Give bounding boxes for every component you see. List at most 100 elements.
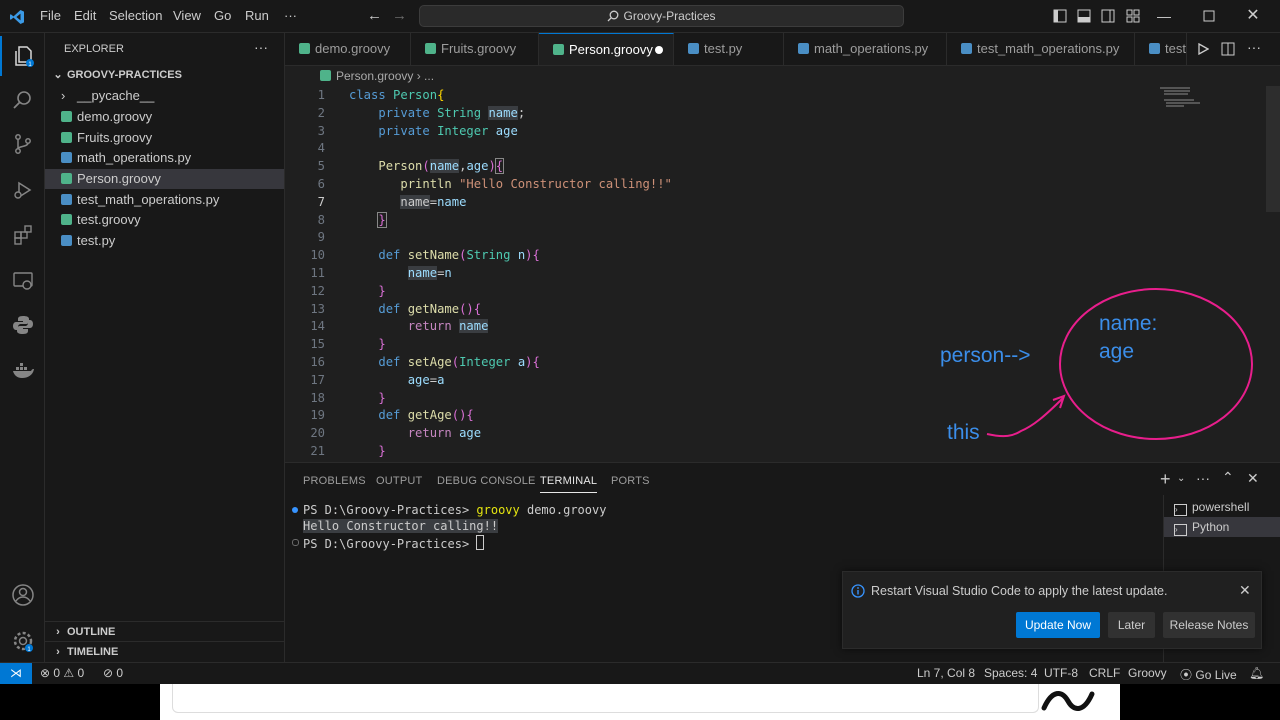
python-file-icon: [61, 194, 72, 205]
run-debug-activity[interactable]: [0, 170, 45, 210]
docker-activity[interactable]: [0, 351, 45, 391]
tab-person-groovy[interactable]: Person.groovy: [539, 33, 674, 65]
update-notification: Restart Visual Studio Code to apply the …: [842, 571, 1262, 649]
tab-debug-console[interactable]: DEBUG CONSOLE: [437, 475, 536, 487]
tree-item-test-groovy[interactable]: test.groovy: [45, 210, 284, 230]
notifications-bell-icon[interactable]: 🔔︎: [1249, 666, 1264, 680]
terminal-item-powershell[interactable]: › powershell: [1164, 497, 1280, 517]
toggle-sidebar-icon[interactable]: [1053, 9, 1067, 23]
extensions-activity[interactable]: [0, 215, 45, 255]
maximize-panel-icon[interactable]: ⌃: [1222, 469, 1234, 486]
tree-item-math-operations-py[interactable]: math_operations.py: [45, 148, 284, 168]
encoding-status[interactable]: UTF-8: [1044, 666, 1078, 680]
terminal-line-3[interactable]: PS D:\Groovy-Practices>: [303, 535, 485, 551]
back-arrow-icon[interactable]: ←: [367, 7, 382, 24]
unsaved-dot-icon[interactable]: [655, 46, 663, 54]
later-button[interactable]: Later: [1108, 612, 1155, 638]
code-line-8: }: [377, 212, 387, 228]
tab-test-py[interactable]: test.py: [674, 33, 784, 65]
maximize-icon[interactable]: [1203, 10, 1215, 22]
menu-edit[interactable]: Edit: [74, 8, 96, 23]
explorer-activity[interactable]: 1: [0, 36, 45, 76]
editor-more-icon[interactable]: ···: [1247, 39, 1261, 55]
cursor-position[interactable]: Ln 7, Col 8: [917, 666, 975, 680]
remote-explorer-activity[interactable]: [0, 261, 45, 301]
close-panel-icon[interactable]: ✕: [1247, 470, 1259, 487]
explorer-sidebar: EXPLORER ··· ⌄ GROOVY-PRACTICES › __pycach…: [45, 33, 285, 662]
tree-item-person-groovy[interactable]: Person.groovy: [45, 169, 284, 189]
docker-icon: [12, 363, 34, 378]
menu-run[interactable]: Run: [245, 8, 269, 23]
menu-file[interactable]: File: [40, 8, 61, 23]
toggle-panel-icon[interactable]: [1077, 9, 1091, 23]
update-now-button[interactable]: Update Now: [1016, 612, 1100, 638]
accounts-activity[interactable]: [0, 575, 45, 615]
groovy-file-icon: [320, 70, 331, 81]
breadcrumb-file[interactable]: Person.groovy: [336, 69, 413, 83]
eol-status[interactable]: CRLF: [1089, 666, 1120, 680]
tab-output[interactable]: OUTPUT: [376, 475, 422, 487]
problems-status[interactable]: ⊗ 0 ⚠ 0: [40, 666, 84, 680]
chevron-down-icon[interactable]: ⌄: [1177, 473, 1185, 484]
code-editor[interactable]: Person.groovy › ... 1 2 3 4 5 6 7 8 9 10…: [285, 66, 1280, 462]
tab-ports[interactable]: PORTS: [611, 475, 650, 487]
source-control-activity[interactable]: [0, 124, 45, 164]
menu-more[interactable]: ···: [284, 8, 297, 23]
minimap[interactable]: [1160, 86, 1220, 126]
tree-item-fruits-groovy[interactable]: Fruits.groovy: [45, 128, 284, 148]
command-success-icon[interactable]: [292, 507, 298, 513]
close-notification-icon[interactable]: ✕: [1239, 582, 1251, 599]
editor-scrollbar[interactable]: [1266, 86, 1280, 212]
remote-indicator-icon[interactable]: ⋊: [0, 663, 32, 684]
menu-go[interactable]: Go: [214, 8, 231, 23]
code-line-13: def getName(){: [378, 302, 482, 316]
tree-item-pycache[interactable]: › __pycache__: [45, 86, 284, 106]
outline-section[interactable]: › OUTLINE: [45, 621, 284, 642]
tab-label: Fruits.groovy: [441, 41, 517, 56]
terminal-item-python[interactable]: › Python: [1164, 517, 1280, 537]
tree-item-demo-groovy[interactable]: demo.groovy: [45, 107, 284, 127]
minimize-icon[interactable]: —: [1156, 8, 1172, 24]
indentation-status[interactable]: Spaces: 4: [984, 666, 1037, 680]
run-file-icon[interactable]: [1197, 43, 1209, 55]
customize-layout-icon[interactable]: [1126, 9, 1140, 23]
panel-more-icon[interactable]: ···: [1196, 470, 1210, 486]
close-window-icon[interactable]: ✕: [1245, 8, 1261, 24]
line-number: 14: [310, 319, 325, 333]
groovy-file-icon: [553, 44, 564, 55]
release-notes-button[interactable]: Release Notes: [1163, 612, 1255, 638]
go-live-label: Go Live: [1195, 668, 1237, 682]
python-activity[interactable]: [0, 305, 45, 345]
forward-arrow-icon[interactable]: →: [392, 7, 407, 24]
folder-header[interactable]: ⌄ GROOVY-PRACTICES: [45, 65, 284, 85]
tab-test-py-2[interactable]: test.py: [1135, 33, 1187, 65]
tab-fruits-groovy[interactable]: Fruits.groovy: [411, 33, 539, 65]
tab-math-operations-py[interactable]: math_operations.py: [784, 33, 947, 65]
python-file-icon: [61, 235, 72, 246]
menu-selection[interactable]: Selection: [109, 8, 162, 23]
explorer-more-button[interactable]: ···: [254, 39, 268, 55]
menu-view[interactable]: View: [173, 8, 201, 23]
new-terminal-icon[interactable]: +: [1160, 469, 1171, 490]
command-center-search[interactable]: Groovy-Practices: [419, 5, 904, 27]
timeline-section[interactable]: › TIMELINE: [45, 641, 284, 662]
terminal-prompt: PS D:\Groovy-Practices>: [303, 503, 477, 517]
tree-item-test-math-operations-py[interactable]: test_math_operations.py: [45, 190, 284, 210]
tab-test-math-operations-py[interactable]: test_math_operations.py: [947, 33, 1135, 65]
go-live-button[interactable]: ⦿ Go Live: [1180, 666, 1237, 683]
tree-item-test-py[interactable]: test.py: [45, 231, 284, 251]
tab-terminal[interactable]: TERMINAL: [540, 475, 598, 493]
split-editor-icon[interactable]: [1221, 42, 1235, 56]
tab-problems[interactable]: PROBLEMS: [303, 475, 366, 487]
toggle-secondary-sidebar-icon[interactable]: [1101, 9, 1115, 23]
annotation-this: this: [947, 421, 980, 444]
manage-activity[interactable]: 1: [0, 621, 45, 661]
search-activity[interactable]: [0, 80, 45, 120]
tab-demo-groovy[interactable]: demo.groovy: [285, 33, 411, 65]
breadcrumb-symbol[interactable]: ...: [424, 69, 434, 83]
language-status[interactable]: Groovy: [1128, 666, 1167, 680]
line-number: 15: [310, 337, 325, 351]
code-line-20: return age: [407, 426, 482, 440]
ports-status[interactable]: ⊘ 0: [103, 666, 123, 680]
line-number: 17: [310, 373, 325, 387]
